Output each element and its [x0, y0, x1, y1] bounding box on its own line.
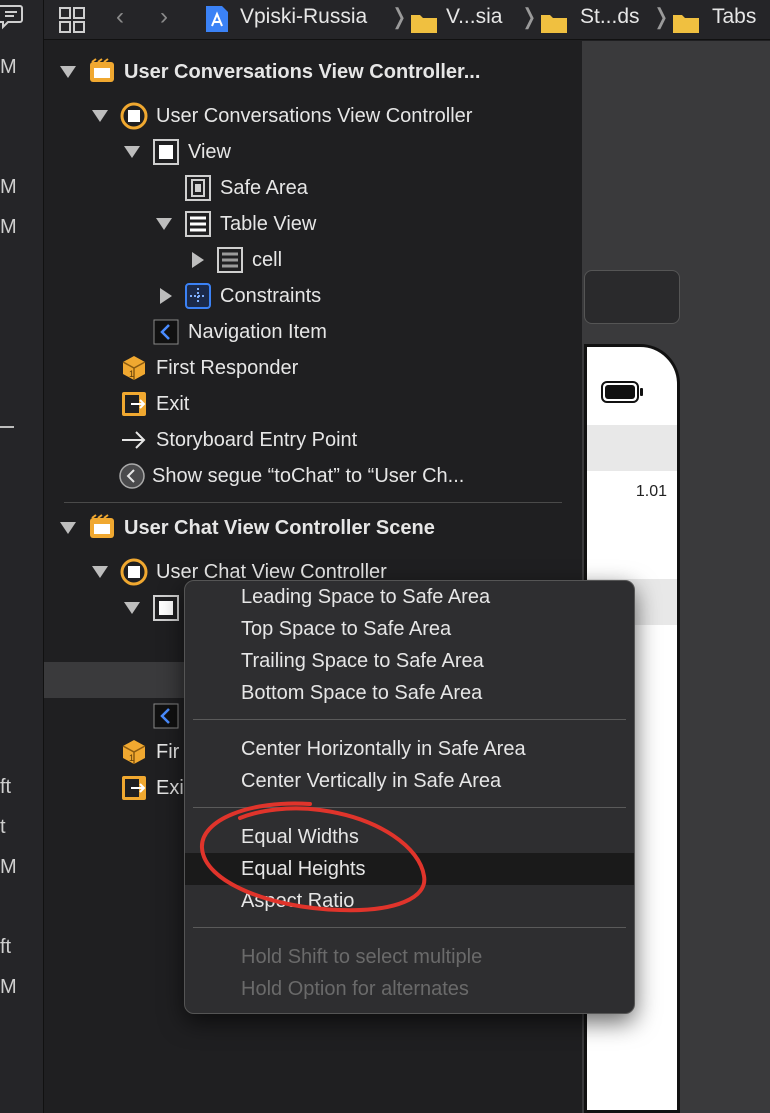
view-icon — [153, 595, 179, 621]
outline-item-first-responder[interactable]: First Responder — [156, 351, 298, 385]
disclosure-triangle-icon[interactable] — [192, 252, 204, 268]
menu-item-center-horizontally[interactable]: Center Horizontally in Safe Area — [185, 733, 634, 765]
navigator-left-strip: M M M ft t M ft M — [0, 0, 44, 1113]
folder-icon — [541, 15, 567, 33]
folder-icon — [411, 15, 437, 33]
disclosure-triangle-icon[interactable] — [92, 110, 108, 122]
strip-fragment: M — [0, 856, 17, 878]
strip-fragment: t — [0, 816, 6, 838]
svg-text:1: 1 — [129, 369, 134, 379]
segue-icon — [119, 463, 145, 489]
scene-icon — [90, 58, 114, 82]
menu-item-bottom-space[interactable]: Bottom Space to Safe Area — [185, 677, 634, 709]
disclosure-triangle-icon[interactable] — [124, 602, 140, 614]
breadcrumb-separator-icon: ❭ — [520, 4, 539, 29]
scene-icon — [90, 514, 114, 538]
outline-item-entry-point[interactable]: Storyboard Entry Point — [156, 423, 357, 457]
entry-point-arrow-icon — [122, 431, 146, 449]
menu-item-leading-space[interactable]: Leading Space to Safe Area — [185, 581, 634, 613]
menu-separator — [193, 927, 626, 928]
menu-item-center-vertically[interactable]: Center Vertically in Safe Area — [185, 765, 634, 797]
breadcrumb-separator-icon: ❭ — [652, 4, 671, 29]
breadcrumb-group[interactable]: V...sia — [446, 0, 502, 34]
outline-item-exit[interactable]: Exi — [156, 771, 184, 805]
jump-bar: ‹ › Vpiski-Russia ❭ V...sia ❭ St...ds ❭ … — [44, 0, 770, 40]
strip-fragment: ft — [0, 936, 12, 958]
outline-item-cell[interactable]: cell — [252, 243, 282, 277]
exit-icon — [122, 776, 146, 800]
strip-fragment: M — [0, 56, 17, 78]
scene-separator — [64, 502, 562, 503]
canvas-frame-element[interactable] — [584, 270, 680, 324]
folder-icon — [673, 15, 699, 33]
first-responder-cube-icon: 1 — [122, 356, 146, 380]
outline-item-controller[interactable]: User Conversations View Controller — [156, 99, 472, 133]
disclosure-triangle-icon[interactable] — [124, 146, 140, 158]
outline-item-safe-area[interactable]: Safe Area — [220, 171, 308, 205]
constraints-icon — [185, 283, 211, 309]
navigation-item-icon — [153, 703, 179, 729]
outline-item-table-view[interactable]: Table View — [220, 207, 316, 241]
strip-fragment: M — [0, 176, 17, 198]
battery-icon — [601, 381, 643, 403]
annotation-circle — [199, 801, 427, 913]
disclosure-triangle-icon[interactable] — [160, 288, 172, 304]
forward-chevron-icon[interactable]: › — [160, 0, 168, 34]
menu-separator — [193, 719, 626, 720]
outline-item-segue[interactable]: Show segue “toChat” to “User Ch... — [152, 459, 464, 493]
back-chevron-icon[interactable]: ‹ — [116, 0, 124, 34]
navigation-bar — [587, 425, 677, 471]
view-controller-icon — [120, 558, 148, 586]
outline-item-exit[interactable]: Exit — [156, 387, 189, 421]
breadcrumb-separator-icon: ❭ — [390, 4, 409, 29]
related-items-grid-icon[interactable] — [58, 3, 86, 37]
scene-title[interactable]: User Conversations View Controller... — [124, 55, 480, 89]
outline-item-navigation-item[interactable]: Navigation Item — [188, 315, 327, 349]
safe-area-icon — [185, 175, 211, 201]
exit-icon — [122, 392, 146, 416]
menu-hint-hold-option: Hold Option for alternates — [241, 977, 469, 1000]
menu-item-top-space[interactable]: Top Space to Safe Area — [185, 613, 634, 645]
outline-item-constraints[interactable]: Constraints — [220, 279, 321, 313]
canvas-label: 1.01 — [635, 483, 667, 500]
disclosure-triangle-icon[interactable] — [60, 522, 76, 534]
first-responder-cube-icon: 1 — [122, 740, 146, 764]
view-icon — [153, 139, 179, 165]
menu-item-trailing-space[interactable]: Trailing Space to Safe Area — [185, 645, 634, 677]
strip-fragment: M — [0, 976, 17, 998]
view-controller-icon — [120, 102, 148, 130]
comment-icon[interactable] — [0, 2, 24, 30]
table-cell-icon — [217, 247, 243, 273]
strip-fragment: M — [0, 216, 17, 238]
app-store-project-icon — [206, 6, 228, 32]
outline-item-view[interactable]: View — [188, 135, 231, 169]
disclosure-triangle-icon[interactable] — [92, 566, 108, 578]
disclosure-triangle-icon[interactable] — [156, 218, 172, 230]
breadcrumb-storyboards[interactable]: St...ds — [580, 0, 640, 34]
scene-title[interactable]: User Chat View Controller Scene — [124, 511, 435, 545]
menu-hint-hold-shift: Hold Shift to select multiple — [241, 945, 483, 968]
strip-divider — [0, 426, 14, 428]
strip-fragment: ft — [0, 776, 12, 798]
svg-text:1: 1 — [129, 753, 134, 763]
disclosure-triangle-icon[interactable] — [60, 66, 76, 78]
breadcrumb-project[interactable]: Vpiski-Russia — [240, 0, 367, 34]
breadcrumb-tabs[interactable]: Tabs — [712, 0, 756, 34]
navigation-item-icon — [153, 319, 179, 345]
table-view-icon — [185, 211, 211, 237]
outline-item-first-responder[interactable]: Fir — [156, 735, 179, 769]
